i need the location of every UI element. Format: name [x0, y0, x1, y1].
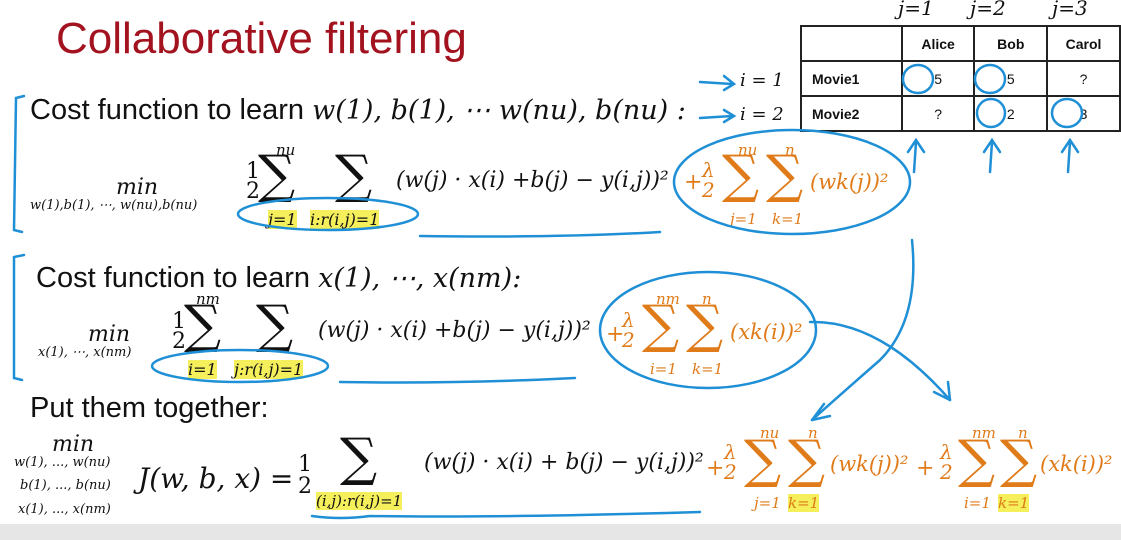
rating-circle — [1050, 97, 1084, 129]
up-arrow-bob — [982, 137, 1002, 174]
arrow-reg1-to-combined — [810, 238, 915, 422]
i1-arrow — [698, 74, 737, 92]
pen-annotations — [12, 63, 1084, 520]
up-arrow-alice — [906, 137, 926, 174]
section1-sum-ellipse — [236, 196, 420, 232]
rating-circle — [901, 63, 935, 95]
section2-underline — [338, 376, 577, 384]
rating-circle — [973, 63, 1007, 95]
section1-bracket — [12, 94, 26, 234]
section2-sum-ellipse — [150, 348, 330, 384]
rating-circle — [975, 97, 1007, 129]
section2-reg-ellipse — [598, 270, 818, 390]
section3-underline — [310, 510, 702, 520]
i2-arrow — [698, 108, 737, 124]
section1-reg-ellipse — [672, 128, 912, 236]
video-bottom-strip — [0, 524, 1121, 540]
section1-underline — [418, 230, 662, 238]
up-arrow-carol — [1060, 137, 1080, 174]
section2-bracket — [12, 253, 26, 382]
